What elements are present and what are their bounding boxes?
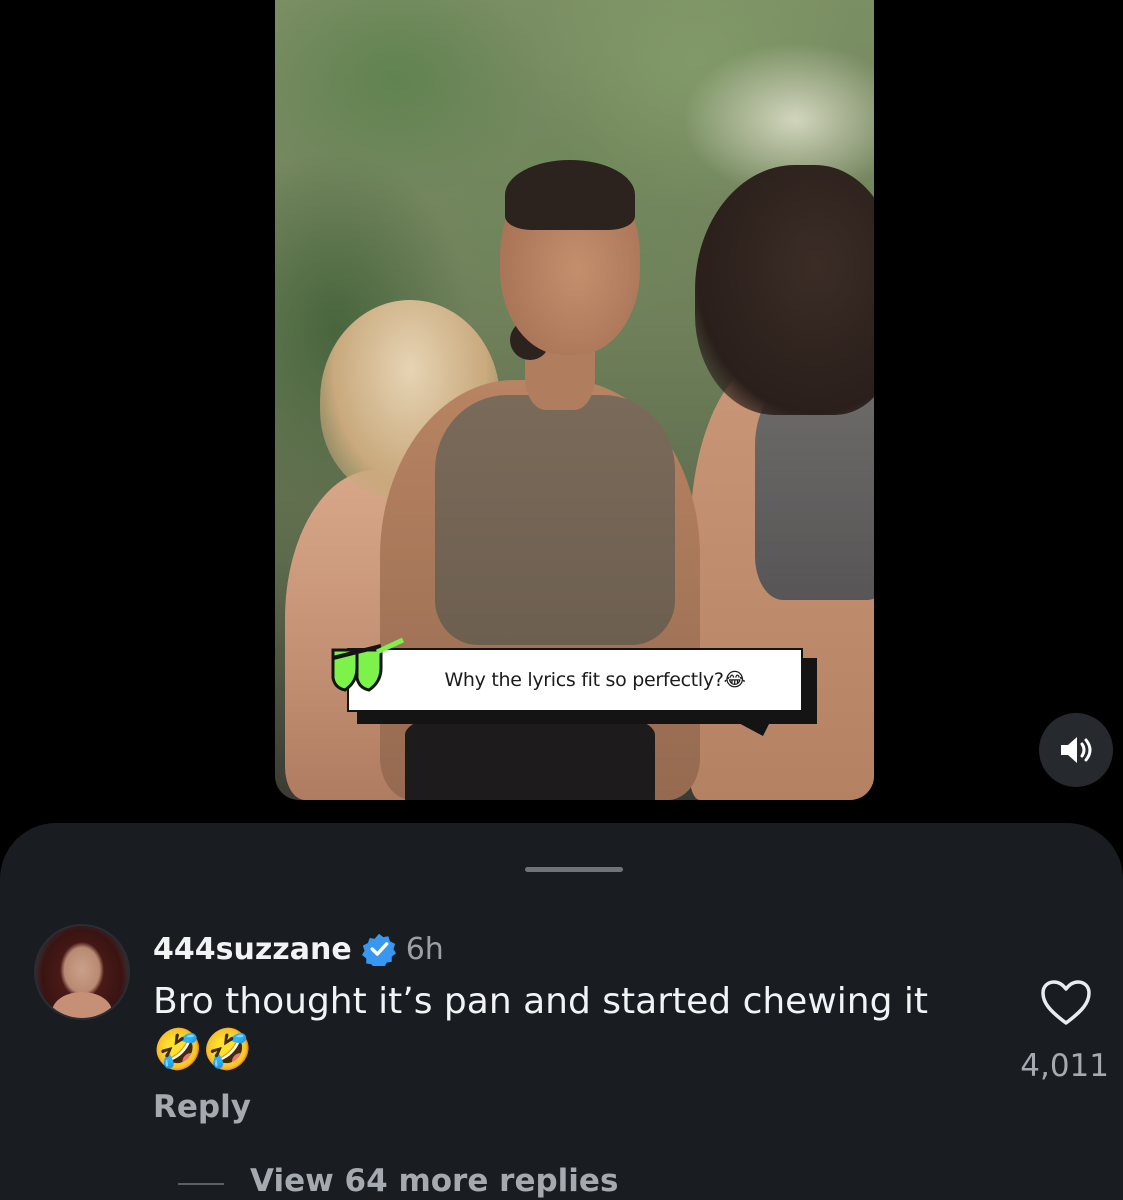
mute-button[interactable] [1039, 713, 1113, 787]
video-scene-shape [505, 160, 635, 230]
like-count: 4,011 [1020, 1048, 1109, 1084]
comment-body: Bro thought it’s pan and started chewing… [153, 978, 983, 1074]
video-scene-shape [695, 165, 874, 415]
reply-button[interactable]: Reply [153, 1089, 251, 1125]
replies-divider [178, 1183, 224, 1185]
verified-badge-icon [361, 933, 396, 966]
avatar[interactable] [36, 926, 128, 1018]
caption-tail [733, 720, 771, 736]
green-quote-icon [331, 637, 405, 692]
comment-text-line: Bro thought it’s pan and started chewing… [153, 981, 929, 1022]
screen: Why the lyrics fit so perfectly?😂 444suz… [0, 0, 1123, 1200]
heart-icon[interactable] [1040, 979, 1092, 1027]
speaker-volume-icon [1061, 737, 1092, 763]
sheet-drag-handle[interactable] [525, 867, 623, 872]
video-scene-shape [405, 715, 655, 800]
comment-timestamp: 6h [405, 931, 444, 967]
avatar-photo-shape [52, 992, 112, 1018]
comment-emoji-line: 🤣🤣 [153, 1027, 253, 1073]
comment-header: 444suzzane 6h [153, 926, 444, 972]
view-replies-button[interactable]: View 64 more replies [250, 1163, 618, 1199]
username[interactable]: 444suzzane [153, 932, 352, 967]
video-scene-shape [435, 395, 675, 645]
reel-video[interactable]: Why the lyrics fit so perfectly?😂 [275, 0, 874, 800]
comments-sheet: 444suzzane 6h Bro thought it’s pan and s… [0, 823, 1123, 1200]
caption-bubble: Why the lyrics fit so perfectly?😂 [347, 648, 803, 712]
caption-text: Why the lyrics fit so perfectly?😂 [444, 669, 746, 691]
